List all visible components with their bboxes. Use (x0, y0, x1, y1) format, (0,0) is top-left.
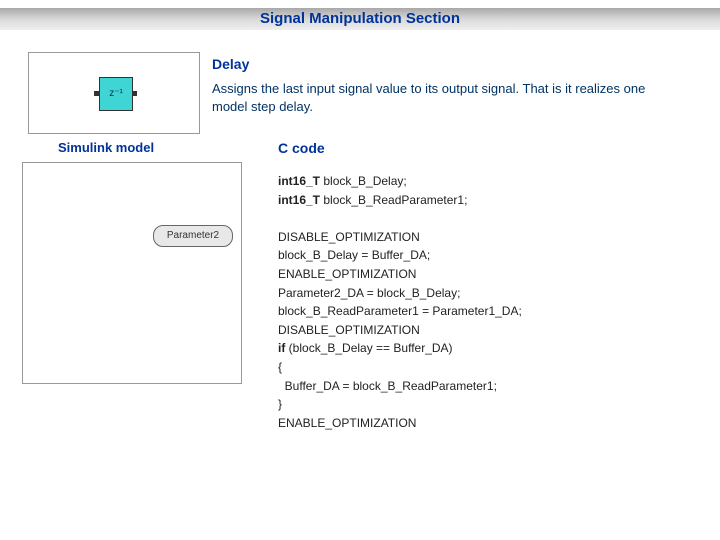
simulink-model-diagram: Parameter2 (22, 162, 242, 384)
keyword: int16_T (278, 174, 320, 188)
code-line: DISABLE_OPTIMIZATION (278, 321, 522, 340)
page-title: Signal Manipulation Section (0, 8, 720, 30)
code-text: block_B_Delay; (320, 174, 407, 188)
code-line: Parameter2_DA = block_B_Delay; (278, 284, 522, 303)
code-line: } (278, 395, 522, 414)
c-code-block: int16_T block_B_Delay; int16_T block_B_R… (278, 172, 522, 432)
code-text: block_B_ReadParameter1; (320, 193, 467, 207)
code-text: (block_B_Delay == Buffer_DA) (285, 341, 452, 355)
section-description: Assigns the last input signal value to i… (212, 80, 702, 115)
code-line: int16_T block_B_ReadParameter1; (278, 191, 522, 210)
code-line: if (block_B_Delay == Buffer_DA) (278, 339, 522, 358)
code-line: block_B_ReadParameter1 = Parameter1_DA; (278, 302, 522, 321)
delay-diagram: z⁻¹ (28, 52, 200, 134)
parameter-block: Parameter2 (153, 225, 233, 247)
z-inverse-block: z⁻¹ (99, 77, 133, 111)
code-line: int16_T block_B_Delay; (278, 172, 522, 191)
keyword: int16_T (278, 193, 320, 207)
code-line: DISABLE_OPTIMIZATION (278, 228, 522, 247)
code-line: { (278, 358, 522, 377)
code-line: block_B_Delay = Buffer_DA; (278, 246, 522, 265)
desc-line2: model step delay. (212, 99, 313, 114)
code-line: ENABLE_OPTIMIZATION (278, 414, 522, 433)
desc-line1: Assigns the last input signal value to i… (212, 81, 645, 96)
code-line (278, 209, 522, 228)
c-code-label: C code (278, 140, 325, 156)
code-line: ENABLE_OPTIMIZATION (278, 265, 522, 284)
code-line: Buffer_DA = block_B_ReadParameter1; (278, 377, 522, 396)
port-right (132, 91, 137, 96)
section-heading: Delay (212, 56, 249, 72)
simulink-model-label: Simulink model (58, 140, 154, 155)
